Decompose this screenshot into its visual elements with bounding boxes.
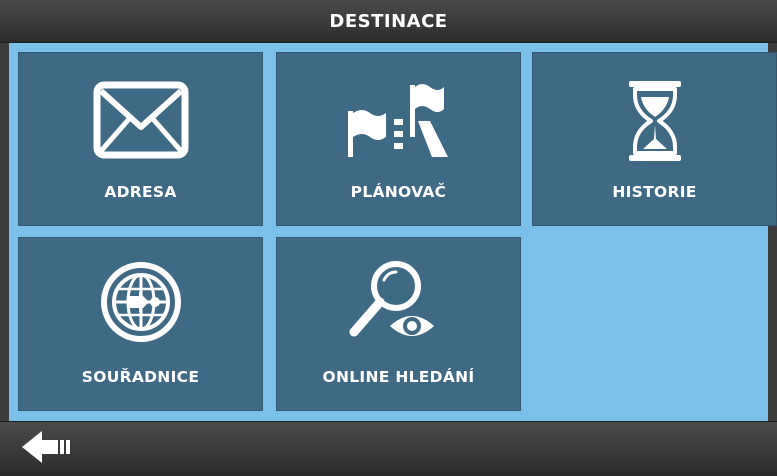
envelope-icon	[93, 81, 188, 159]
frame-left	[0, 0, 9, 475]
tile-historie[interactable]: HISTORIE	[532, 52, 777, 226]
tile-souradnice[interactable]: SOUŘADNICE	[18, 237, 263, 411]
route-flags-icon	[347, 84, 448, 157]
back-arrow-icon	[22, 431, 70, 463]
page-title: DESTINACE	[329, 10, 448, 32]
hourglass-icon	[628, 81, 681, 161]
title-bar: DESTINACE	[0, 0, 777, 43]
tile-label-souradnice: SOUŘADNICE	[81, 368, 200, 386]
back-button[interactable]	[20, 428, 76, 466]
tile-label-adresa: ADRESA	[104, 183, 177, 201]
tile-online-hledani[interactable]: ONLINE HLEDÁNÍ	[276, 237, 521, 411]
tile-label-historie: HISTORIE	[612, 183, 697, 201]
tile-label-planovac: PLÁNOVAČ	[350, 183, 447, 201]
tile-label-online-hledani: ONLINE HLEDÁNÍ	[322, 368, 475, 386]
bottom-bar	[0, 421, 777, 476]
menu-grid: ADRESA PLÁNOVAČ HISTORIE SOUŘADNICE ONLI…	[9, 43, 777, 421]
tile-planovac[interactable]: PLÁNOVAČ	[276, 52, 521, 226]
tile-adresa[interactable]: ADRESA	[18, 52, 263, 226]
globe-crosshair-icon	[100, 262, 181, 342]
magnifier-eye-icon	[349, 261, 434, 337]
